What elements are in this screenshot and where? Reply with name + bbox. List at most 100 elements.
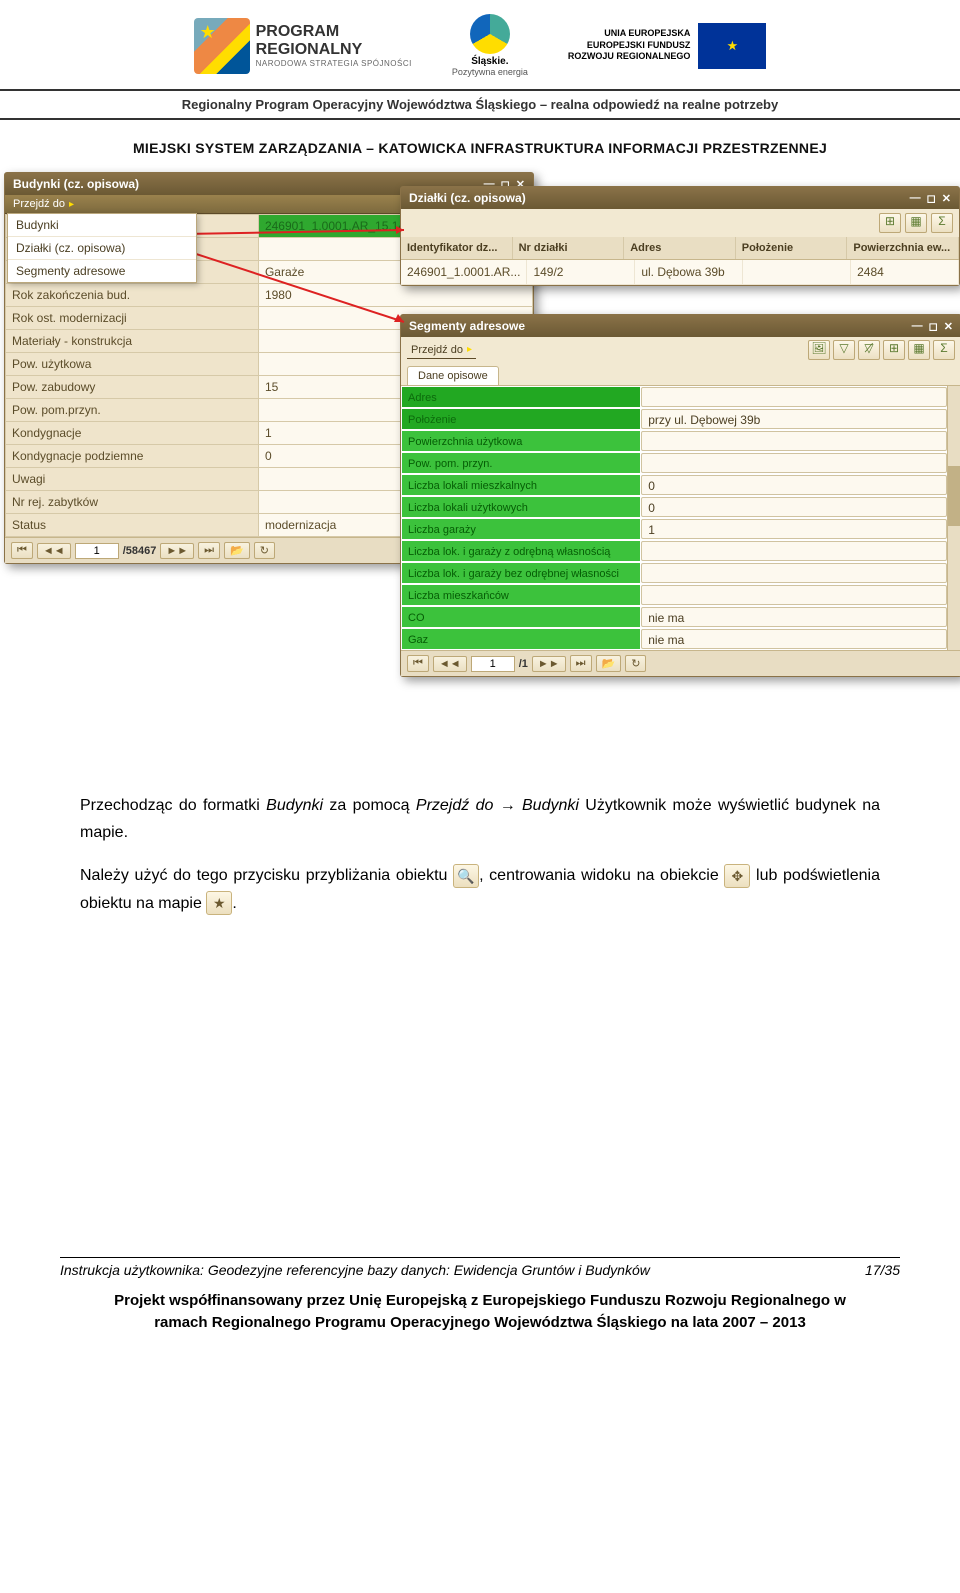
close-icon[interactable]: ✕: [942, 192, 951, 205]
col-polozenie[interactable]: Położenie: [736, 237, 848, 259]
segment-value: przy ul. Dębowej 39b: [641, 409, 947, 429]
export-excel-icon[interactable]: ⊞: [879, 213, 901, 233]
minimize-icon[interactable]: —: [910, 192, 921, 205]
col-nr-dzialki[interactable]: Nr działki: [513, 237, 625, 259]
cell-powierzchnia: 2484: [851, 260, 959, 285]
maximize-icon[interactable]: ◻: [927, 192, 936, 205]
window-budynki-title: Budynki (cz. opisowa): [13, 177, 139, 191]
form-label: Pow. zabudowy: [6, 376, 259, 399]
footer-left: Instrukcja użytkownika: Geodezyjne refer…: [60, 1262, 650, 1278]
screenshot-composite: Budynki (cz. opisowa) — ◻ ✕ Przejdź do▸ …: [4, 172, 956, 752]
segment-value: [641, 431, 947, 451]
pager-current-input[interactable]: [75, 543, 119, 559]
picture-icon[interactable]: 🖼: [808, 340, 830, 360]
dzialki-header-row: Identyfikator dz... Nr działki Adres Poł…: [401, 237, 959, 260]
export-excel-icon[interactable]: ⊞: [883, 340, 905, 360]
form-label: Status: [6, 514, 259, 537]
col-adres[interactable]: Adres: [624, 237, 736, 259]
refresh-icon[interactable]: ↻: [254, 542, 275, 559]
logo1-sub: NARODOWA STRATEGIA SPÓJNOŚCI: [256, 59, 412, 68]
window-dzialki-titlebar[interactable]: Działki (cz. opisowa) — ◻ ✕: [401, 187, 959, 209]
folder-open-icon[interactable]: 📂: [596, 655, 622, 672]
segment-label: Liczba lok. i garaży bez odrębnej własno…: [401, 562, 641, 584]
segment-value: [641, 563, 947, 583]
segment-label: Liczba lok. i garaży z odrębną własności…: [401, 540, 641, 562]
pager-prev-icon[interactable]: ◄◄: [37, 543, 71, 559]
segment-value: nie ma: [641, 629, 947, 649]
close-icon[interactable]: ✕: [944, 320, 953, 333]
window-segmenty: Segmenty adresowe — ◻ ✕ Przejdź do▸ 🖼 ▽ …: [400, 314, 960, 677]
dzialki-row[interactable]: 246901_1.0001.AR... 149/2 ul. Dębowa 39b…: [401, 260, 959, 285]
pager-last-icon[interactable]: ⏭: [570, 655, 592, 672]
segment-value: nie ma: [641, 607, 947, 627]
pager-total: /1: [519, 658, 528, 670]
dropdown-item-segmenty[interactable]: Segmenty adresowe: [8, 260, 196, 282]
segment-label: Położenie: [401, 408, 641, 430]
przejdz-dropdown[interactable]: Budynki Działki (cz. opisowa) Segmenty a…: [7, 213, 197, 283]
segment-value: [641, 585, 947, 605]
pager-current-input[interactable]: [471, 656, 515, 672]
scrollbar[interactable]: [947, 386, 960, 650]
center-object-icon: ✥: [724, 864, 750, 888]
segment-value: 0: [641, 497, 947, 517]
dropdown-item-dzialki[interactable]: Działki (cz. opisowa): [8, 237, 196, 260]
grid-icon[interactable]: ▦: [905, 213, 927, 233]
paragraph-2: Należy użyć do tego przycisku przybliżan…: [80, 862, 880, 916]
program-logo-icon: [194, 18, 250, 74]
segment-label: Powierzchnia użytkowa: [401, 430, 641, 452]
eu-flag-icon: ⋆: [698, 23, 766, 69]
segmenty-przejdz-bar[interactable]: Przejdź do▸: [407, 342, 476, 359]
zoom-object-icon: 🔍: [453, 864, 479, 888]
logo-slaskie: Śląskie. Pozytywna energia: [452, 14, 528, 77]
window-segmenty-title: Segmenty adresowe: [409, 319, 525, 333]
cell-polozenie: [743, 260, 851, 285]
clear-filter-icon[interactable]: ▽̸: [858, 340, 880, 360]
pager-next-icon[interactable]: ►►: [160, 543, 194, 559]
segmenty-pager: ⏮ ◄◄ /1 ►► ⏭ 📂 ↻: [401, 650, 960, 676]
slaskie-sub: Pozytywna energia: [452, 67, 528, 77]
pager-prev-icon[interactable]: ◄◄: [433, 656, 467, 672]
footer-page-number: 17/35: [865, 1262, 900, 1278]
logo-program-regionalny: PROGRAM REGIONALNY NARODOWA STRATEGIA SP…: [194, 18, 412, 74]
cell-nr-dzialki: 149/2: [527, 260, 635, 285]
folder-open-icon[interactable]: 📂: [224, 542, 250, 559]
tab-dane-opisowe[interactable]: Dane opisowe: [407, 366, 499, 385]
pager-last-icon[interactable]: ⏭: [198, 542, 220, 559]
filter-icon[interactable]: ▽: [833, 340, 855, 360]
maximize-icon[interactable]: ◻: [929, 320, 938, 333]
slaskie-icon: [470, 14, 510, 54]
grid-icon[interactable]: ▦: [908, 340, 930, 360]
col-identyfikator[interactable]: Identyfikator dz...: [401, 237, 513, 259]
dropdown-item-budynki[interactable]: Budynki: [8, 214, 196, 237]
paragraph-1: Przechodząc do formatki Budynki za pomoc…: [80, 792, 880, 846]
eu-line3: ROZWOJU REGIONALNEGO: [568, 51, 691, 63]
eu-line1: UNIA EUROPEJSKA: [568, 28, 691, 40]
minimize-icon[interactable]: —: [912, 320, 923, 333]
pager-next-icon[interactable]: ►►: [532, 656, 566, 672]
segment-label: Liczba lokali użytkowych: [401, 496, 641, 518]
document-body: Przechodząc do formatki Budynki za pomoc…: [80, 792, 880, 917]
chevron-right-icon: ▸: [467, 344, 472, 355]
pager-first-icon[interactable]: ⏮: [11, 542, 33, 559]
segment-value: [641, 387, 947, 407]
cell-identyfikator: 246901_1.0001.AR...: [401, 260, 527, 285]
cell-adres: ul. Dębowa 39b: [635, 260, 743, 285]
segment-value: 0: [641, 475, 947, 495]
segment-label: CO: [401, 606, 641, 628]
refresh-icon[interactable]: ↻: [625, 655, 646, 672]
logo1-line2: REGIONALNY: [256, 41, 412, 59]
segment-value: [641, 453, 947, 473]
segment-label: Gaz: [401, 628, 641, 650]
window-segmenty-titlebar[interactable]: Segmenty adresowe — ◻ ✕: [401, 315, 960, 337]
pager-total: /58467: [123, 545, 157, 557]
sum-icon[interactable]: Σ: [931, 213, 953, 233]
header-banner: Regionalny Program Operacyjny Województw…: [0, 89, 960, 120]
col-powierzchnia[interactable]: Powierzchnia ew...: [847, 237, 959, 259]
segment-label: Liczba mieszkańców: [401, 584, 641, 606]
header-logos: PROGRAM REGIONALNY NARODOWA STRATEGIA SP…: [0, 0, 960, 85]
pager-first-icon[interactable]: ⏮: [407, 655, 429, 672]
form-label: Rok ost. modernizacji: [6, 307, 259, 330]
scrollbar-thumb[interactable]: [948, 466, 960, 526]
footer-line-2: Projekt współfinansowany przez Unię Euro…: [60, 1290, 900, 1335]
sum-icon[interactable]: Σ: [933, 340, 955, 360]
